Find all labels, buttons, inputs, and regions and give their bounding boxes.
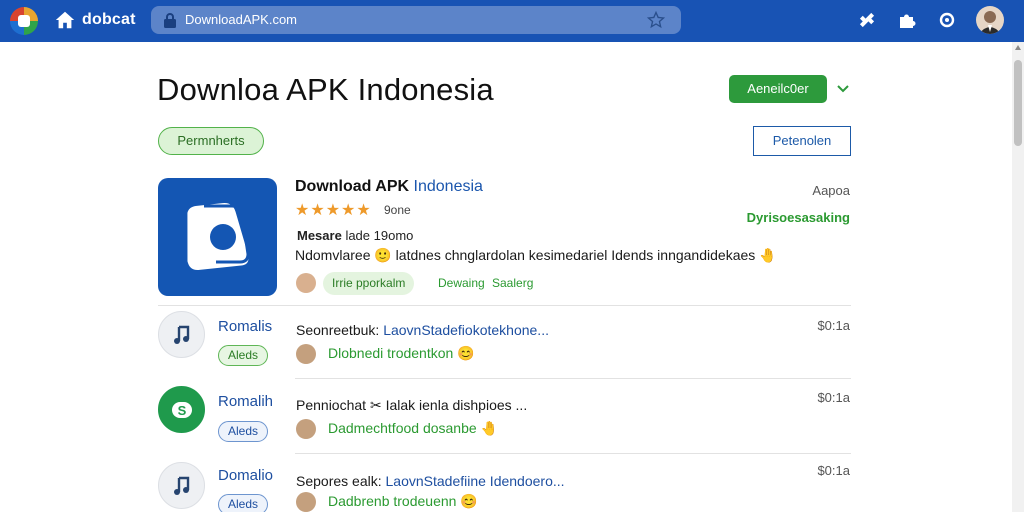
author-avatar [296, 273, 316, 293]
app-logo-icon[interactable] [10, 7, 38, 35]
list-item-text: Seonreetbuk: LaovnStadefiokotekhone... [296, 322, 549, 338]
divider [295, 453, 851, 454]
home-icon[interactable] [54, 9, 76, 31]
list-item-name[interactable]: Domalio [218, 467, 273, 484]
puzzle-icon[interactable] [897, 10, 917, 30]
list-item-time: $0:1a [817, 463, 850, 478]
featured-title-accent: Indonesia [413, 178, 483, 195]
lock-icon [164, 13, 176, 28]
music-note-icon [174, 325, 190, 344]
extension-icon[interactable] [857, 10, 877, 30]
list-item-subtext: Dadmechtfood dosanbe 🤚 [328, 420, 498, 436]
list-item-text-prefix: Penniochat ✂ Ialak ienla dishpioes ... [296, 397, 528, 413]
list-item-subtext: Dlobnedi trodentkon 😊 [328, 345, 475, 361]
list-item-avatar [296, 492, 316, 512]
chevron-down-icon[interactable] [835, 82, 851, 96]
list-item-time: $0:1a [817, 390, 850, 405]
s-logo-icon: S [172, 402, 192, 418]
top-bar: dobcat DownloadAPK.com [0, 0, 1024, 42]
featured-app-title[interactable]: Download APK Indonesia [295, 178, 483, 196]
meta-label: Mesare [297, 228, 342, 243]
rating-text: 9one [384, 203, 411, 217]
secondary-action-button[interactable]: Petenolen [753, 126, 851, 156]
scrollbar-thumb[interactable] [1014, 60, 1022, 146]
list-item-avatar [296, 419, 316, 439]
featured-tag[interactable]: Irrie pporkalm [323, 272, 415, 295]
list-item-badge[interactable]: Aleds [218, 345, 269, 366]
list-item-icon[interactable] [158, 311, 205, 358]
app-logo-shape-icon [187, 203, 250, 271]
primary-action-button[interactable]: Aeneilc0er [729, 75, 827, 103]
list-item-icon[interactable]: S [158, 386, 205, 433]
featured-link-1[interactable]: Dewaing [438, 276, 485, 290]
scroll-up-icon[interactable] [1015, 45, 1021, 50]
svg-text:S: S [178, 403, 187, 418]
address-bar[interactable]: DownloadAPK.com [151, 6, 681, 34]
featured-corner-label: Aapoa [812, 183, 850, 198]
list-item-badge[interactable]: Aleds [218, 494, 269, 512]
list-item-badge[interactable]: Aleds [218, 421, 269, 442]
list-item-text: Sepores ealk: LaovnStadefiine Idendoero.… [296, 473, 565, 489]
list-item-text-prefix: Seonreetbuk: [296, 322, 380, 338]
list-item-subtext: Dadbrenb trodeuenn 😊 [328, 493, 478, 509]
bookmark-star-icon[interactable] [647, 11, 665, 29]
list-item-name[interactable]: Romalis [218, 318, 272, 335]
url-text[interactable]: DownloadAPK.com [185, 12, 297, 27]
list-item-name[interactable]: Romalih [218, 393, 273, 410]
user-avatar-icon [979, 11, 1001, 34]
list-item-text-link[interactable]: LaovnStadefiokotekhone... [383, 322, 549, 338]
filter-pill[interactable]: Permnherts [158, 127, 264, 155]
featured-description: Ndomvlaree 🙂 latdnes chnglardolan kesime… [295, 247, 777, 263]
meta-value: lade 19omo [345, 228, 414, 243]
featured-meta: Mesare lade 19omo [297, 228, 413, 243]
user-avatar[interactable] [976, 6, 1004, 34]
featured-app-icon[interactable] [158, 178, 277, 296]
vertical-scrollbar[interactable] [1012, 42, 1024, 512]
divider [158, 305, 851, 306]
list-item-text-prefix: Sepores ealk: [296, 473, 382, 489]
rating-stars-icon: ★★★★★ [295, 202, 372, 219]
list-item-time: $0:1a [817, 318, 850, 333]
featured-status-link[interactable]: Dyrisoesasaking [747, 210, 850, 225]
sync-icon[interactable] [937, 10, 957, 30]
featured-link-2[interactable]: Saalerg [492, 276, 533, 290]
list-item-text: Penniochat ✂ Ialak ienla dishpioes ... [296, 397, 527, 414]
brand-name[interactable]: dobcat [82, 11, 136, 29]
list-item-text-link[interactable]: LaovnStadefiine Idendoero... [386, 473, 565, 489]
page-title: Downloa APK Indonesia [157, 72, 494, 107]
featured-title-text: Download APK [295, 178, 410, 195]
list-item-icon[interactable] [158, 462, 205, 509]
music-note-icon [174, 476, 190, 495]
list-item-avatar [296, 344, 316, 364]
divider [295, 378, 851, 379]
